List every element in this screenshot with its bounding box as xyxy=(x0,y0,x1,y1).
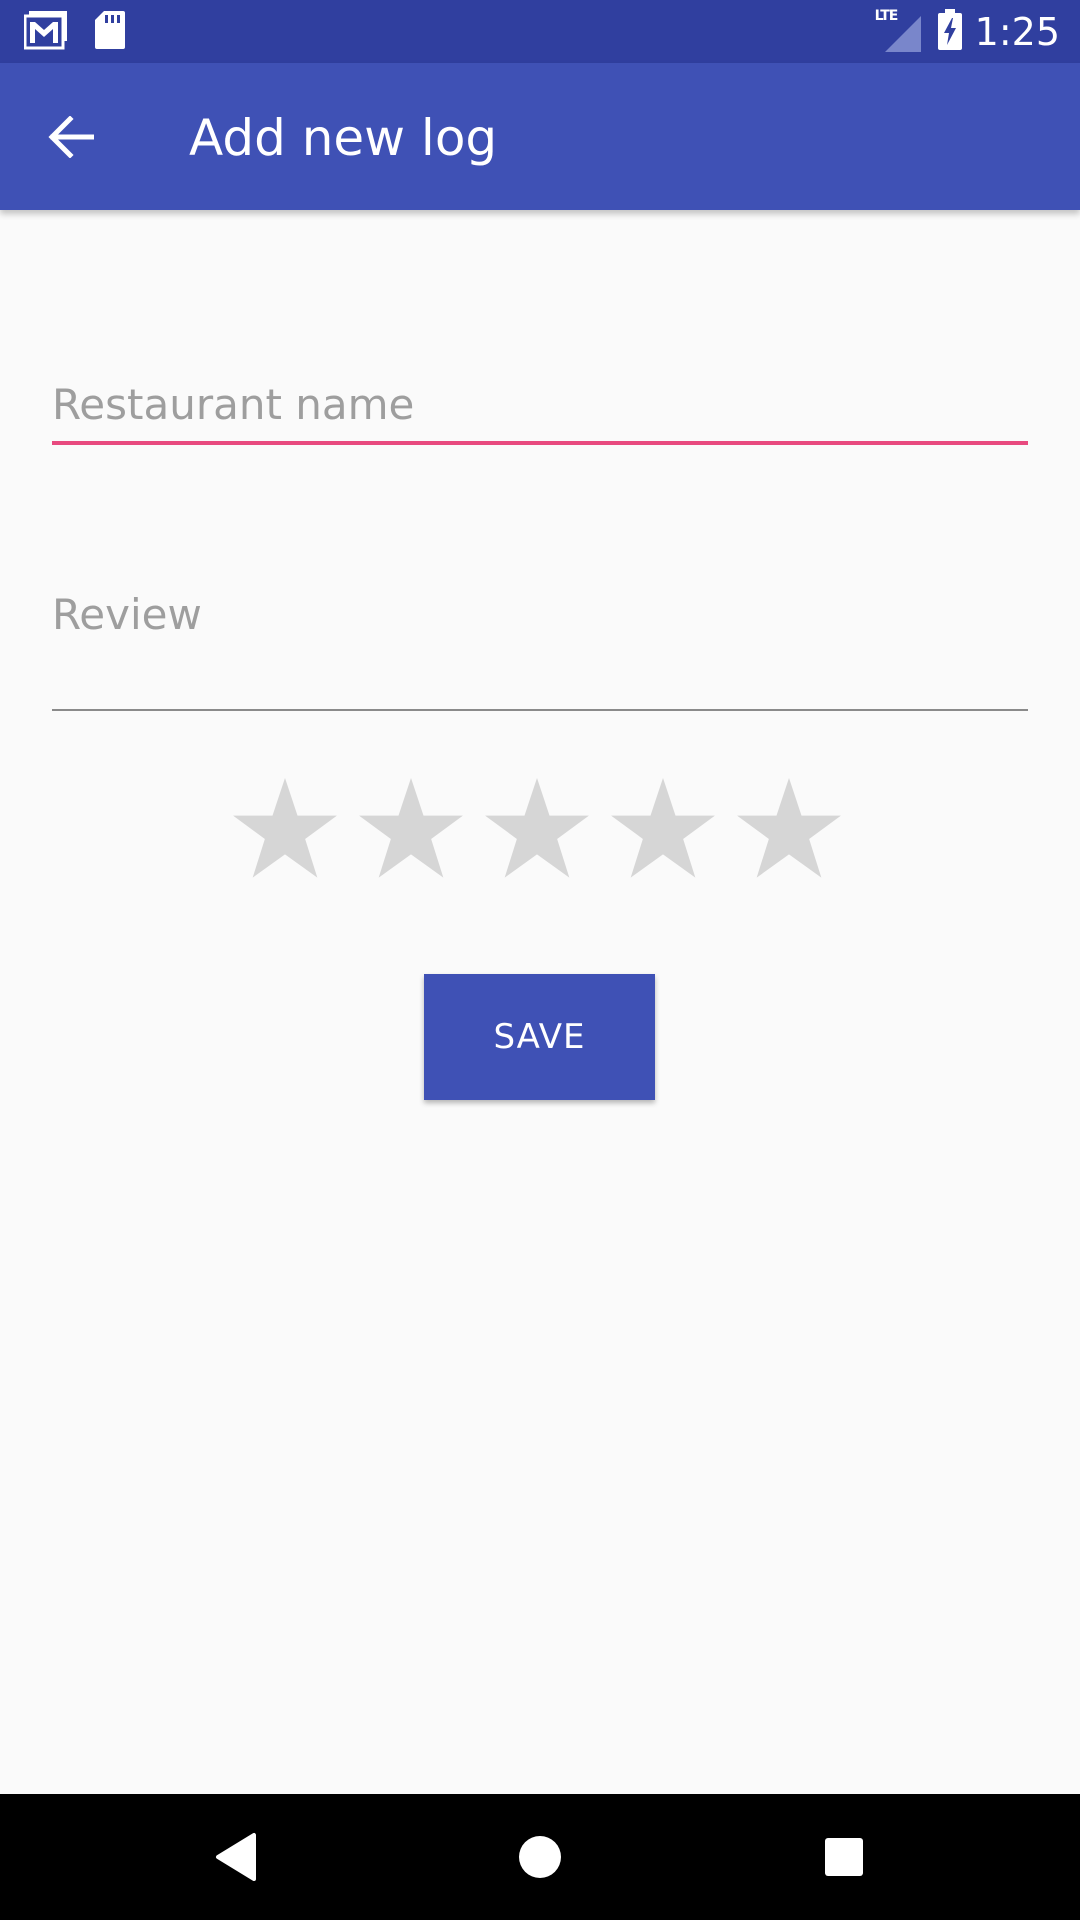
star-icon-1[interactable] xyxy=(232,778,338,884)
star-icon-4[interactable] xyxy=(610,778,716,884)
home-circle-icon xyxy=(519,1836,561,1878)
nav-back-button[interactable] xyxy=(196,1817,276,1897)
status-time: 1:25 xyxy=(974,10,1060,54)
gmail-icon xyxy=(23,10,70,54)
status-bar: LTE 1:25 xyxy=(0,0,1080,63)
nav-home-button[interactable] xyxy=(500,1817,580,1897)
app-bar: Add new log xyxy=(0,63,1080,210)
battery-charging-icon xyxy=(937,9,963,55)
restaurant-name-field xyxy=(52,375,1028,445)
rating-bar[interactable] xyxy=(232,778,842,884)
status-right-icons: LTE 1:25 xyxy=(875,6,1060,58)
page-title: Add new log xyxy=(189,109,498,167)
nav-recents-button[interactable] xyxy=(804,1817,884,1897)
navigation-bar xyxy=(0,1794,1080,1920)
arrow-back-icon xyxy=(48,116,94,158)
star-icon-5[interactable] xyxy=(736,778,842,884)
recents-square-icon xyxy=(825,1838,863,1876)
star-icon-2[interactable] xyxy=(358,778,464,884)
lte-signal-icon: LTE xyxy=(875,8,925,54)
restaurant-name-input[interactable] xyxy=(52,375,1028,435)
restaurant-name-underline xyxy=(52,441,1028,445)
status-left-icons xyxy=(23,10,126,54)
review-underline xyxy=(52,709,1028,711)
back-triangle-icon xyxy=(216,1833,256,1881)
review-input[interactable] xyxy=(52,585,1028,645)
star-icon-3[interactable] xyxy=(484,778,590,884)
save-button[interactable]: SAVE xyxy=(424,974,655,1100)
back-button[interactable] xyxy=(38,104,104,170)
sd-card-icon xyxy=(94,10,126,54)
review-field xyxy=(52,585,1028,711)
